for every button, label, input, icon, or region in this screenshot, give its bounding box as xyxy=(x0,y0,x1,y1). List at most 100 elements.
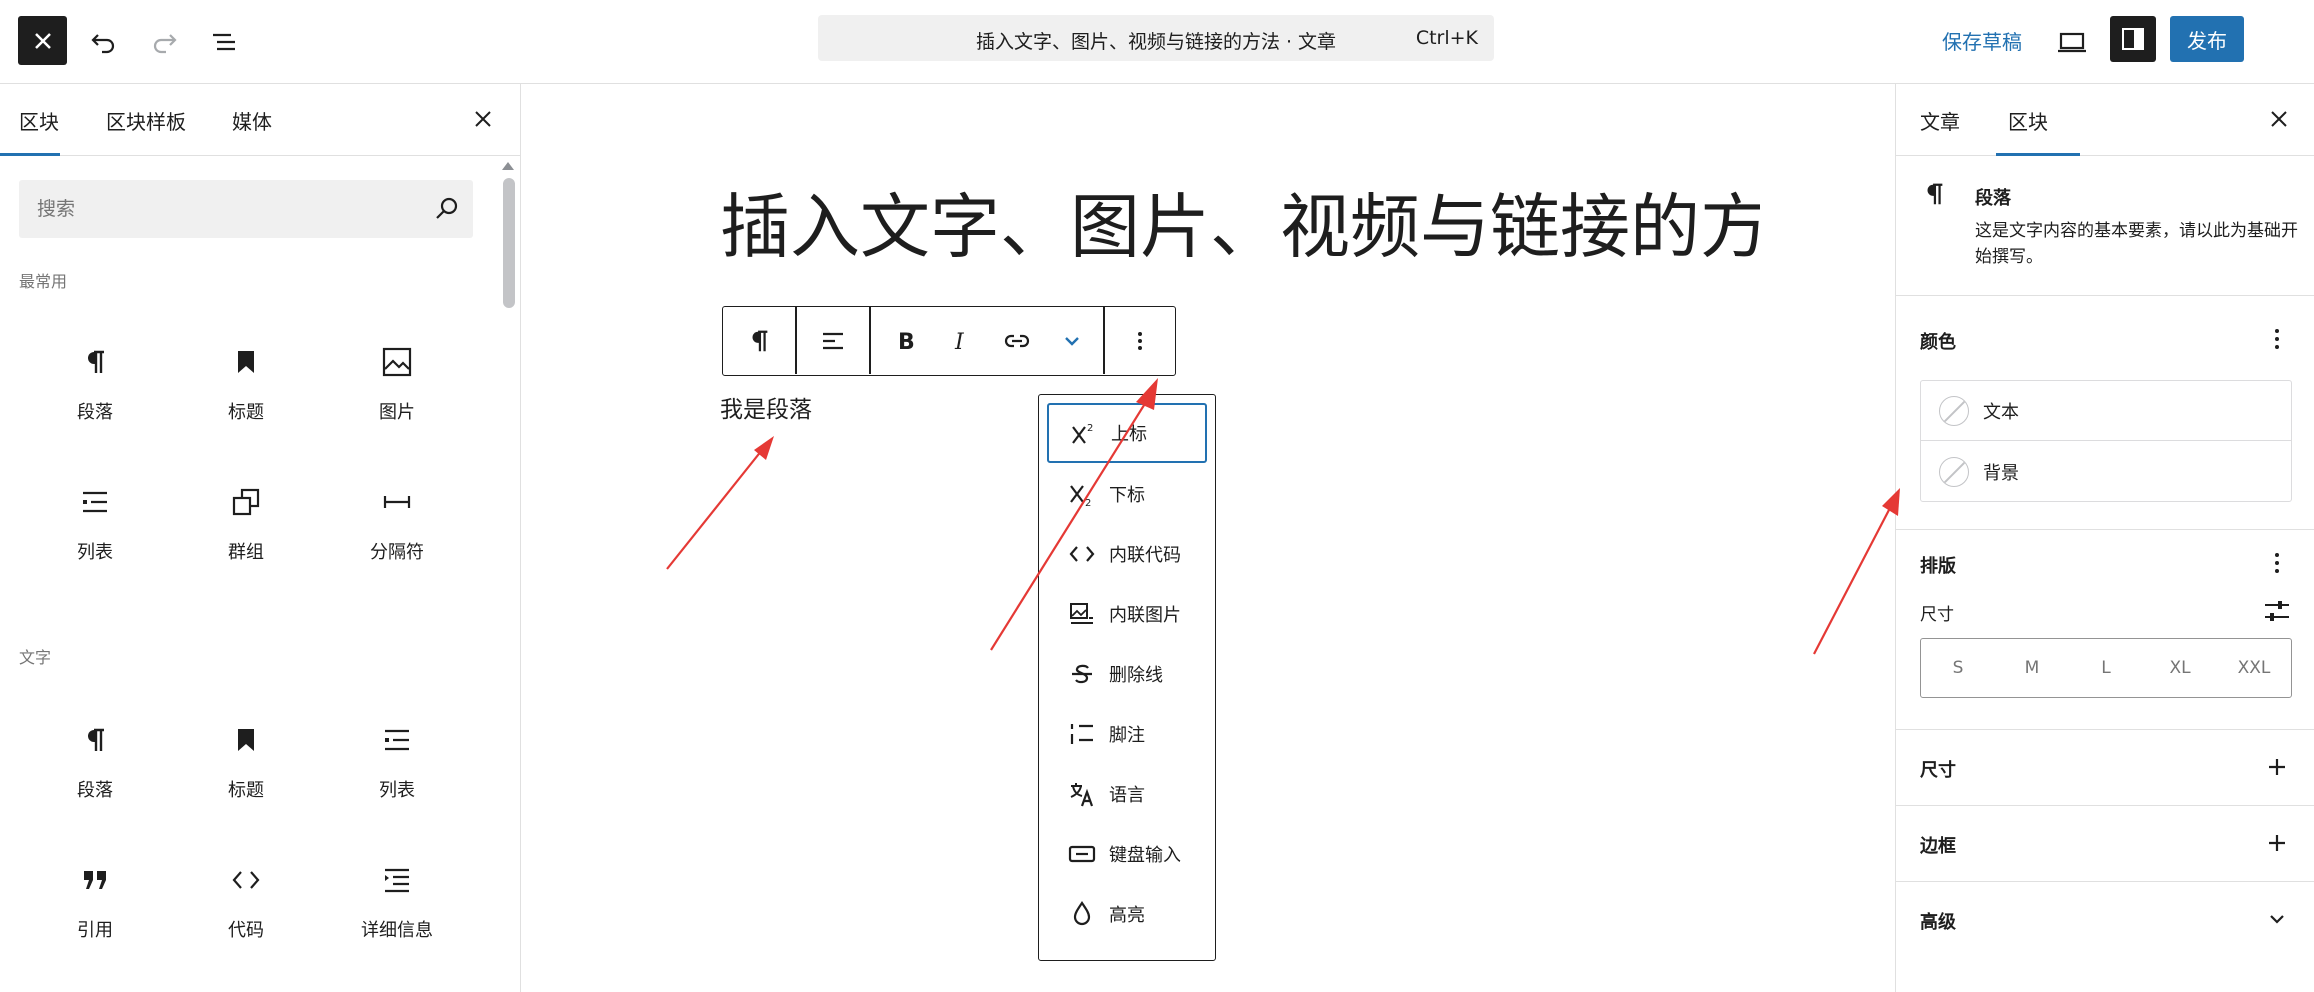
block-card-description: 这是文字内容的基本要素，请以此为基础开始撰写。 xyxy=(1975,221,2298,267)
desktop-icon xyxy=(2058,32,2086,53)
close-settings-button[interactable] xyxy=(2264,104,2294,134)
bookmark-icon xyxy=(228,722,264,758)
language-icon xyxy=(1065,777,1099,811)
block-type-button[interactable] xyxy=(723,307,795,374)
publish-button[interactable]: 发布 xyxy=(2170,16,2244,62)
section-text: 文字 xyxy=(19,648,52,667)
annotation-arrow-toolbar xyxy=(990,378,1158,651)
annotation-arrow-paragraph xyxy=(666,436,774,570)
group-icon xyxy=(228,484,264,520)
scroll-up-arrow[interactable] xyxy=(502,162,514,170)
more-formats-button[interactable] xyxy=(1047,307,1097,374)
quote-icon xyxy=(77,862,113,898)
block-image[interactable]: 图片 xyxy=(322,334,472,444)
sidebar-icon xyxy=(2122,28,2144,50)
preview-button[interactable] xyxy=(2052,22,2092,62)
settings-sliders-icon[interactable] xyxy=(2262,596,2292,626)
block-inserter-panel: 区块 区块样板 媒体 最常用 段落 标题 图片 列表 群组 分隔符 文字 xyxy=(0,84,521,992)
advanced-panel-title: 高级 xyxy=(1920,912,1956,933)
block-paragraph[interactable]: 段落 xyxy=(20,334,170,444)
paragraph-icon xyxy=(1918,178,1950,210)
tab-blocks[interactable]: 区块 xyxy=(19,106,59,135)
format-keyboard-input[interactable]: 键盘输入 xyxy=(1047,824,1207,884)
tab-patterns[interactable]: 区块样板 xyxy=(106,106,186,135)
tab-block[interactable]: 区块 xyxy=(2008,106,2048,135)
color-options-button[interactable] xyxy=(2262,324,2292,354)
settings-toggle-button[interactable] xyxy=(2110,16,2156,62)
inserter-tabs: 区块 区块样板 媒体 xyxy=(0,84,520,156)
block-list[interactable]: 列表 xyxy=(20,474,170,584)
font-size-m[interactable]: M xyxy=(1995,639,2069,697)
link-icon xyxy=(1004,334,1030,347)
editor-canvas: 插入文字、图片、视频与链接的方法 B I 我是段落 2 上标 2 下标 内联代码… xyxy=(522,84,1895,992)
paragraph-icon xyxy=(77,344,113,380)
dimensions-panel-title: 尺寸 xyxy=(1920,760,1956,781)
block-quote[interactable]: 引用 xyxy=(20,852,170,962)
tab-media[interactable]: 媒体 xyxy=(232,106,272,135)
format-language[interactable]: 语言 xyxy=(1047,764,1207,824)
close-icon xyxy=(34,32,51,49)
block-paragraph-text[interactable]: 段落 xyxy=(20,712,170,822)
block-heading[interactable]: 标题 xyxy=(171,334,321,444)
align-left-icon xyxy=(823,332,843,349)
document-overview-button[interactable] xyxy=(204,22,244,62)
font-size-picker: S M L XL XXL xyxy=(1920,638,2292,698)
italic-icon: I xyxy=(954,330,965,353)
advanced-panel[interactable]: 高级 xyxy=(1896,882,2314,960)
search-icon xyxy=(436,197,458,219)
redo-button[interactable] xyxy=(144,22,184,62)
block-code[interactable]: 代码 xyxy=(171,852,321,962)
block-list-text[interactable]: 列表 xyxy=(322,712,472,822)
dimensions-panel[interactable]: 尺寸 xyxy=(1896,730,2314,806)
undo-icon xyxy=(91,34,115,54)
color-panel-title: 颜色 xyxy=(1920,332,1956,353)
format-highlight[interactable]: 高亮 xyxy=(1047,884,1207,944)
command-palette-bar[interactable]: 插入文字、图片、视频与链接的方法 · 文章 Ctrl+K xyxy=(818,15,1494,61)
tab-post[interactable]: 文章 xyxy=(1920,106,1960,135)
image-icon xyxy=(379,344,415,380)
list-view-icon xyxy=(213,33,235,51)
typography-options-button[interactable] xyxy=(2262,548,2292,578)
font-size-xl[interactable]: XL xyxy=(2143,639,2217,697)
italic-button[interactable]: I xyxy=(935,307,985,374)
color-background-option[interactable]: 背景 xyxy=(1921,442,2291,502)
plus-icon[interactable] xyxy=(2262,828,2292,858)
block-card: 段落 这是文字内容的基本要素，请以此为基础开始撰写。 xyxy=(1896,156,2314,296)
block-card-title: 段落 xyxy=(1975,188,2011,209)
format-footnote[interactable]: 脚注 xyxy=(1047,704,1207,764)
block-options-button[interactable] xyxy=(1105,307,1175,374)
align-button[interactable] xyxy=(797,307,869,374)
post-title[interactable]: 插入文字、图片、视频与链接的方法 xyxy=(720,180,1760,274)
inserter-scrollbar[interactable] xyxy=(500,158,516,992)
close-editor-button[interactable] xyxy=(18,16,67,65)
color-text-option[interactable]: 文本 xyxy=(1921,381,2291,441)
border-panel[interactable]: 边框 xyxy=(1896,806,2314,882)
paragraph-block[interactable]: 我是段落 xyxy=(720,390,812,424)
svg-text:B: B xyxy=(898,330,915,353)
chevron-down-icon[interactable] xyxy=(2262,904,2292,934)
save-draft-button[interactable]: 保存草稿 xyxy=(1942,26,2022,55)
close-inserter-button[interactable] xyxy=(468,104,498,134)
section-most-used: 最常用 xyxy=(19,272,68,291)
strikethrough-icon xyxy=(1065,657,1099,691)
link-button[interactable] xyxy=(989,307,1045,374)
block-heading-text[interactable]: 标题 xyxy=(171,712,321,822)
block-search-input[interactable] xyxy=(37,193,417,225)
block-separator[interactable]: 分隔符 xyxy=(322,474,472,584)
font-size-l[interactable]: L xyxy=(2069,639,2143,697)
font-size-xxl[interactable]: XXL xyxy=(2217,639,2291,697)
block-search[interactable] xyxy=(19,180,473,238)
more-vertical-icon xyxy=(2275,553,2279,573)
plus-icon[interactable] xyxy=(2262,752,2292,782)
scroll-thumb[interactable] xyxy=(503,178,515,308)
settings-tabs: 文章 区块 xyxy=(1896,84,2314,156)
block-details[interactable]: 详细信息 xyxy=(322,852,472,962)
list-icon xyxy=(379,722,415,758)
typography-panel-title: 排版 xyxy=(1920,556,1956,577)
close-icon xyxy=(2271,111,2287,127)
block-group[interactable]: 群组 xyxy=(171,474,321,584)
undo-button[interactable] xyxy=(84,22,124,62)
bold-button[interactable]: B xyxy=(881,307,931,374)
font-size-s[interactable]: S xyxy=(1921,639,1995,697)
paragraph-icon xyxy=(752,330,768,351)
